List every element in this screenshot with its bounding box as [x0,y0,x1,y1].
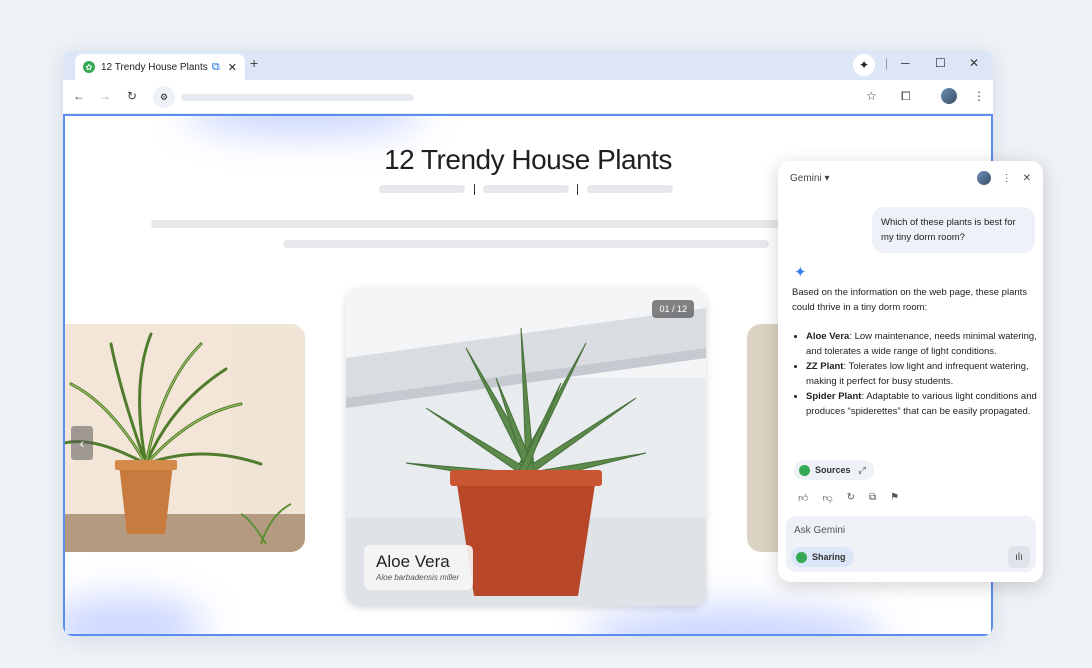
sources-button[interactable]: Sources ⤢ [794,460,874,480]
thumbs-up-icon[interactable]: 👍︎ [798,492,808,504]
share-tab-icon[interactable]: ⧉ [212,61,220,74]
input-placeholder: Ask Gemini [794,525,846,536]
ask-gemini-input[interactable]: Ask Gemini Sharing ılı [786,516,1036,572]
plant-caption: Aloe Vera Aloe barbadensis miller [364,545,474,590]
response-actions: 👍︎ 👎︎ ↻ ⧉ ⚑ [798,492,899,504]
close-window-button[interactable]: ✕ [969,56,979,70]
reload-button[interactable]: ↻ [127,89,137,103]
source-favicon-icon [799,464,810,476]
response-intro: Based on the information on the web page… [792,287,1028,313]
gemini-sparkle-icon: ✦ [794,264,807,281]
placeholder-line [587,185,673,193]
thumbs-down-icon[interactable]: 👎︎ [822,492,832,504]
gemini-panel: Gemini ▾ ⋮ ✕ Which of these plants is be… [778,161,1043,582]
response-list: Aloe Vera: Low maintenance, needs minima… [792,329,1037,419]
carousel-counter: 01 / 12 [652,300,694,318]
tab-title: 12 Trendy House Plants [101,61,208,73]
item-name: Spider Plant [806,391,862,402]
list-item: Aloe Vera: Low maintenance, needs minima… [806,329,1037,359]
tab-active[interactable]: ✿ 12 Trendy House Plants ⧉ ✕ [75,54,245,80]
back-button[interactable]: ← [73,89,85,103]
forward-button[interactable]: → [99,89,111,103]
glow [585,606,885,634]
user-message: Which of these plants is best for my tin… [872,207,1035,253]
menu-icon[interactable]: ⋮ [973,89,985,103]
bookmark-star-icon[interactable]: ☆ [866,89,877,103]
glow [185,116,425,136]
plant-latin-name: Aloe barbadensis miller [376,573,460,582]
panel-avatar[interactable] [966,171,991,185]
address-bar[interactable] [181,94,414,101]
placeholder-line [151,220,811,228]
gemini-button[interactable]: ✦ [853,54,875,76]
plant-name: Aloe Vera [376,552,450,571]
gemini-title: Gemini [790,172,822,184]
new-tab-button[interactable]: + [250,55,258,71]
gemini-model-dropdown[interactable]: Gemini ▾ [790,173,955,184]
close-tab-button[interactable]: ✕ [228,61,237,74]
separator [474,184,475,195]
regenerate-icon[interactable]: ↻ [847,492,855,504]
placeholder-line [483,185,569,193]
share-favicon-icon [796,551,807,563]
sources-label: Sources [815,465,851,475]
placeholder-line [379,185,465,193]
site-info-icon[interactable]: ⚙ [153,86,175,108]
more-options-icon[interactable]: ⋮ [1002,173,1012,184]
minimize-button[interactable]: ─ [901,56,910,70]
copy-icon[interactable]: ⧉ [869,492,876,504]
gemini-panel-header: Gemini ▾ ⋮ ✕ [778,161,1043,195]
placeholder-line [283,240,769,248]
carousel-prev-button[interactable]: ‹ [71,426,93,460]
profile-avatar[interactable] [941,88,957,107]
plant-favicon-icon: ✿ [83,61,95,73]
list-item: ZZ Plant: Tolerates low light and infreq… [806,359,1037,389]
item-name: Aloe Vera [806,331,850,342]
expand-icon: ⤢ [858,464,866,475]
tab-strip: ✿ 12 Trendy House Plants ⧉ ✕ + ✦ | ─ ☐ ✕ [63,50,993,80]
sharing-label: Sharing [812,552,846,562]
glow [65,596,205,634]
close-panel-button[interactable]: ✕ [1023,173,1031,184]
carousel-card-aloe-vera[interactable]: 01 / 12 Aloe Vera Aloe barbadensis mille… [346,288,706,606]
separator [577,184,578,195]
list-item: Spider Plant: Adaptable to various light… [806,389,1037,419]
gemini-response: Based on the information on the web page… [792,285,1037,419]
flag-icon[interactable]: ⚑ [890,492,899,504]
extensions-icon[interactable]: ⧠ [901,89,911,104]
toolbar: ← → ↻ ⚙ ☆ ⧠ ⋮ [63,80,993,114]
sharing-chip[interactable]: Sharing [791,547,854,567]
spider-plant-image [65,324,305,552]
voice-input-icon[interactable]: ılı [1008,546,1030,568]
item-name: ZZ Plant [806,361,844,372]
divider: | [885,56,889,70]
maximize-button[interactable]: ☐ [935,56,946,70]
carousel-card-spider-plant[interactable] [65,324,305,552]
